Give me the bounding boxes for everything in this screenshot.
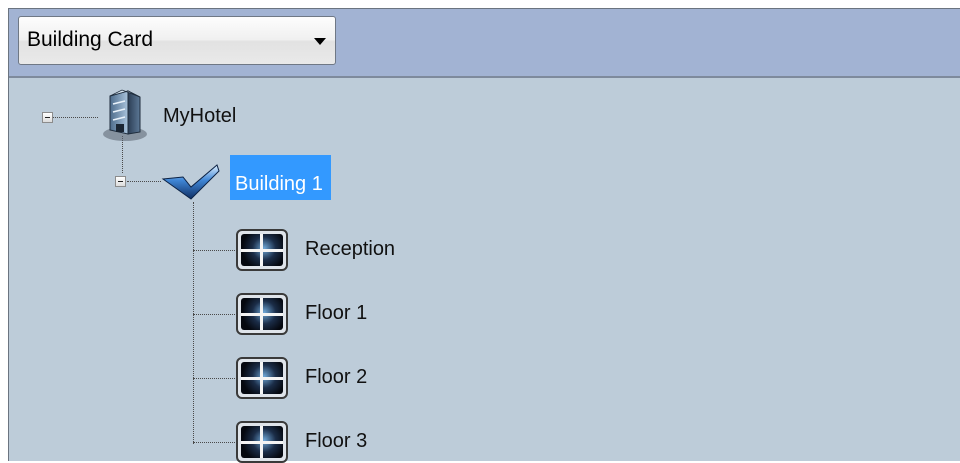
tree-connector <box>193 202 194 444</box>
collapse-icon[interactable] <box>115 176 126 187</box>
tree-node-label: Building 1 <box>230 155 331 200</box>
building-tree: MyHotel Building 1 Reception Floor 1 Flo… <box>9 78 960 463</box>
tree-connector <box>52 117 98 118</box>
tree-connector <box>193 314 237 315</box>
hotel-building-icon <box>103 89 147 141</box>
tree-node-label: Floor 1 <box>305 302 368 324</box>
collapse-icon[interactable] <box>42 112 53 123</box>
chevron-down-icon[interactable] <box>314 38 326 45</box>
floor-plan-icon <box>236 229 288 271</box>
tree-node-label: Floor 2 <box>305 366 368 388</box>
building-card-dropdown[interactable]: Building Card <box>18 16 336 65</box>
tree-connector <box>193 442 237 443</box>
floor-plan-icon <box>236 421 288 463</box>
checkmark-icon <box>161 164 220 200</box>
toolbar: Building Card <box>9 9 960 78</box>
tree-connector <box>193 378 237 379</box>
dropdown-selected-value: Building Card <box>27 28 154 51</box>
floor-plan-icon <box>236 293 288 335</box>
building-panel: Building Card MyHotel Building 1 Recepti… <box>8 8 960 463</box>
tree-node-label: MyHotel <box>163 105 237 127</box>
tree-node-label: Reception <box>305 238 396 260</box>
tree-connector <box>127 181 161 182</box>
floor-plan-icon <box>236 357 288 399</box>
tree-node-label: Floor 3 <box>305 430 368 452</box>
tree-connector <box>193 250 237 251</box>
